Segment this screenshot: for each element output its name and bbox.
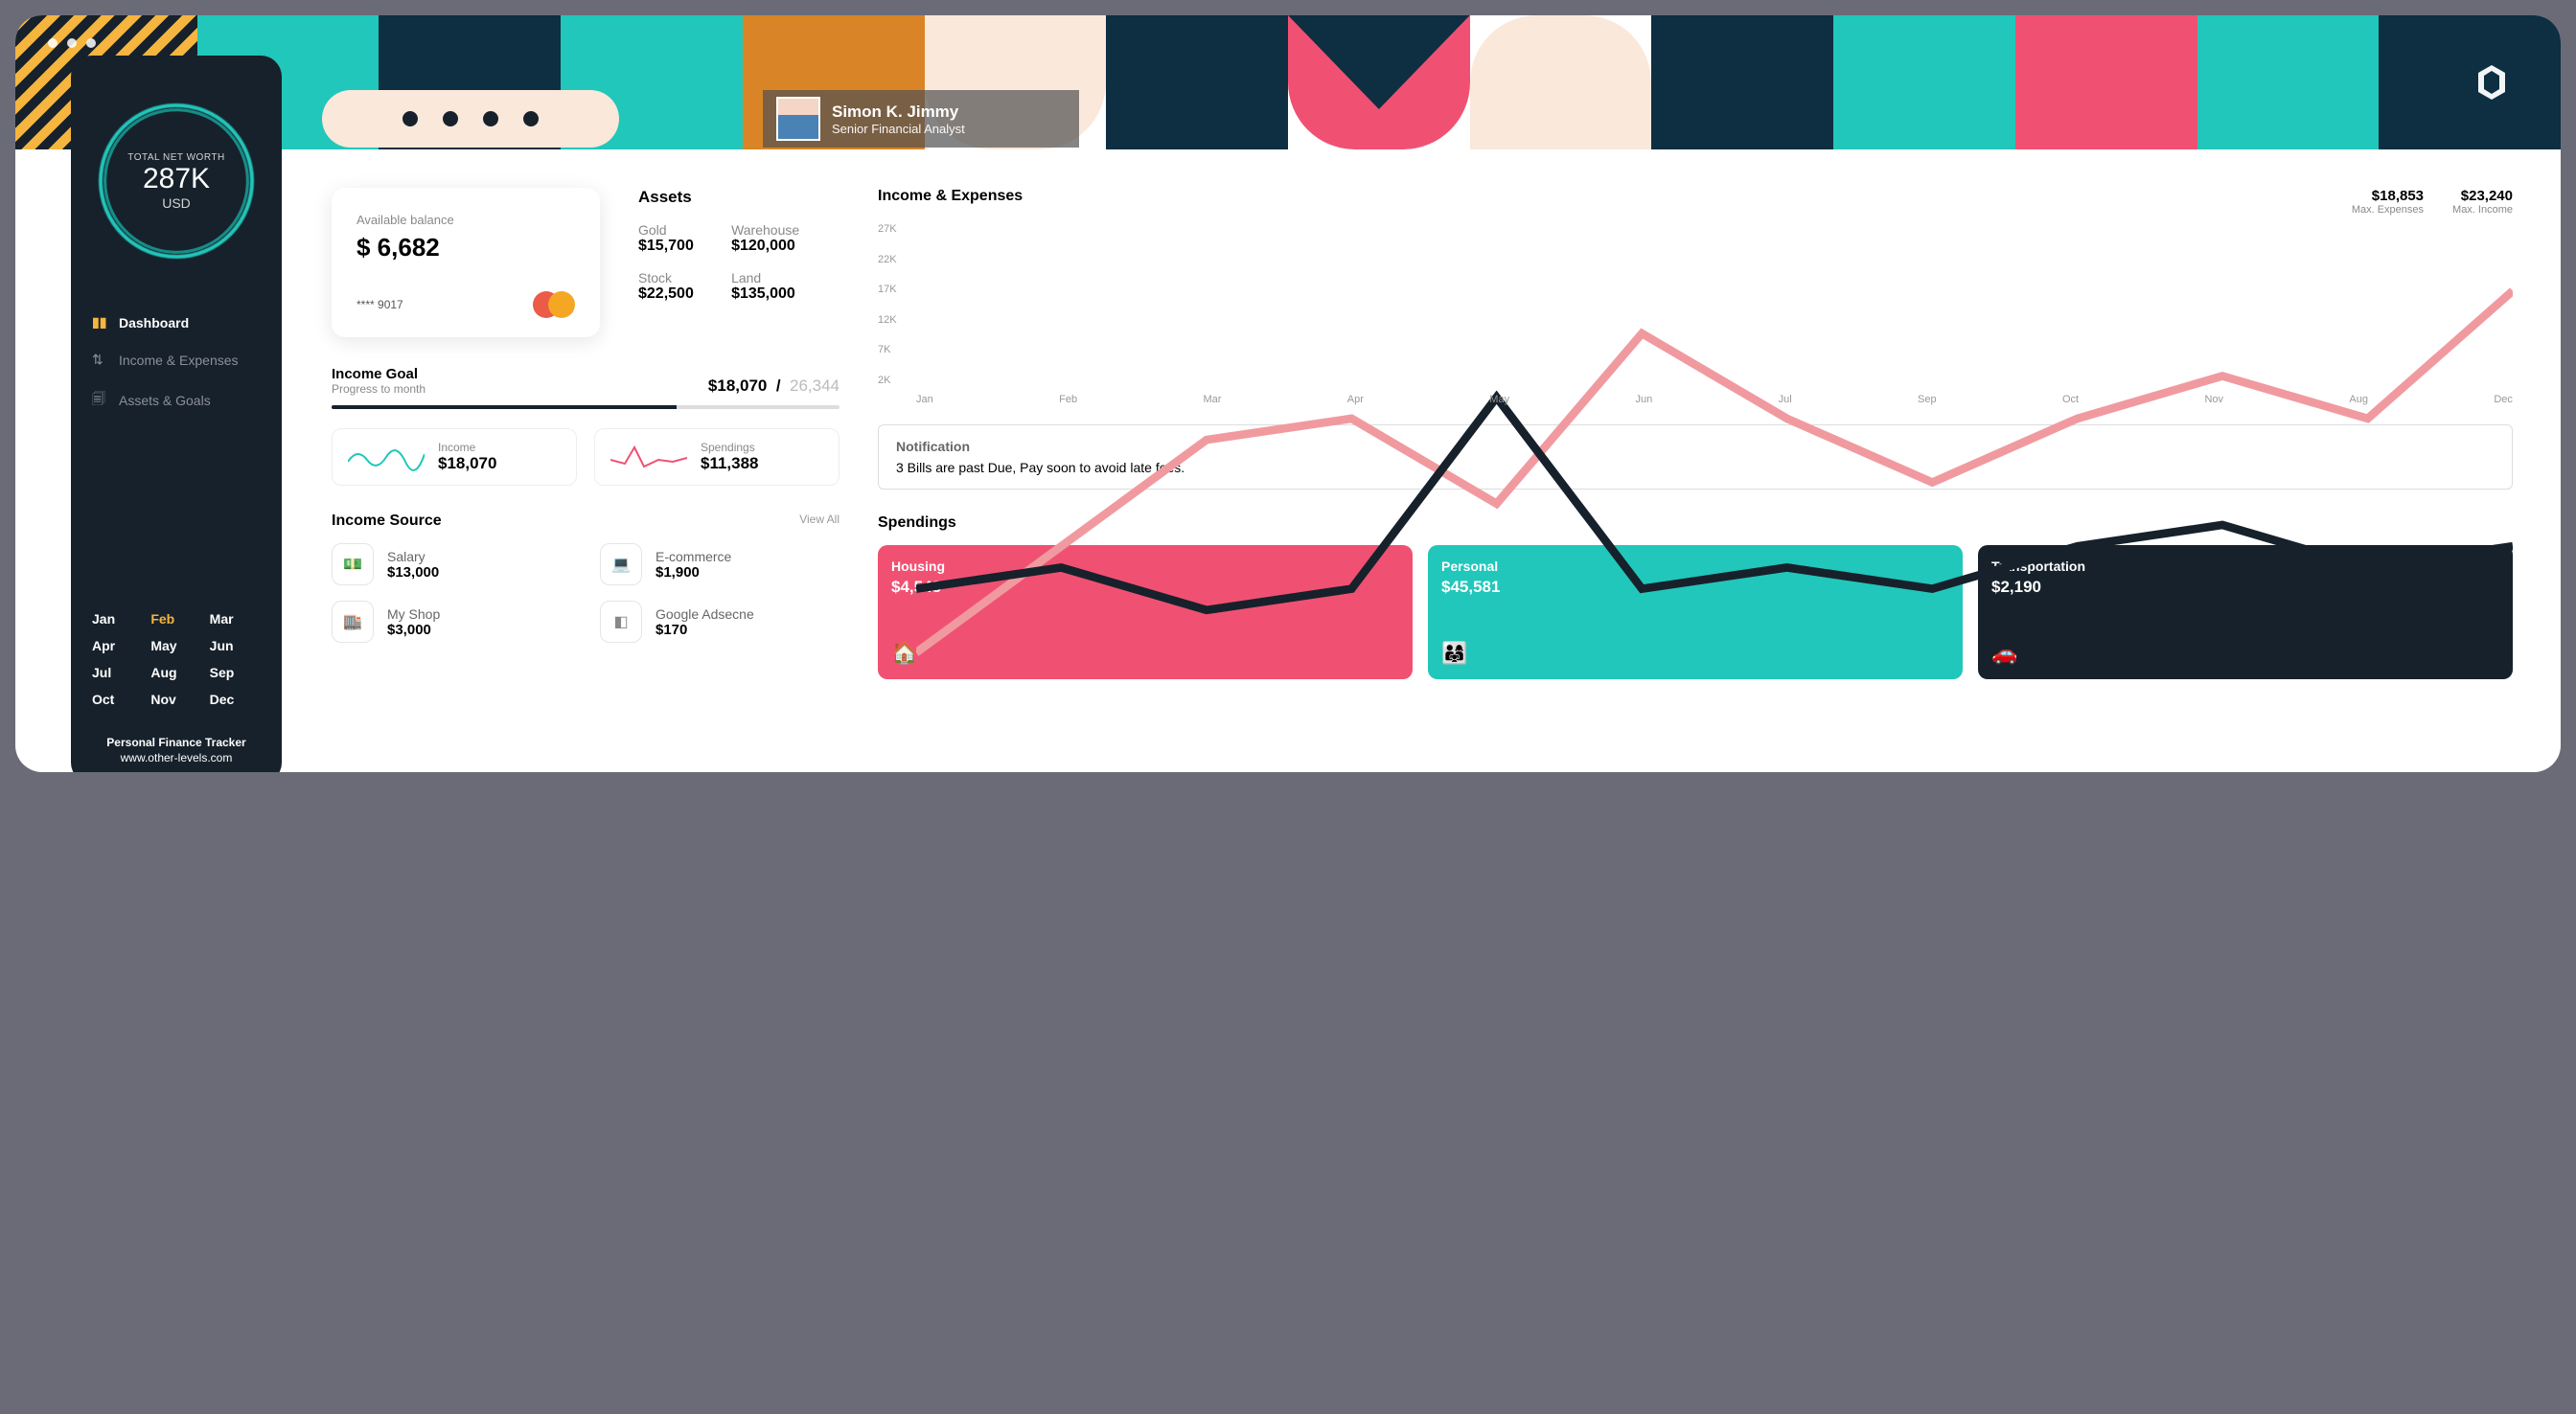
networth-unit: USD [162,195,191,211]
asset-item: Gold$15,700 [638,222,706,255]
mastercard-icon [533,291,575,318]
sidebar-nav: ▮▮ Dashboard ⇅ Income & Expenses 🗐 Assets & G… [92,314,261,412]
cash-icon: 💵 [332,543,374,585]
mini-spendings-card[interactable]: Spendings $11,388 [594,428,840,486]
ads-icon: ◧ [600,601,642,643]
max-expenses-value: $18,853 [2352,188,2424,204]
source-name: My Shop [387,606,440,622]
sidebar-item-assets-goals[interactable]: 🗐 Assets & Goals [92,389,261,412]
month-apr[interactable]: Apr [92,638,143,653]
month-sep[interactable]: Sep [210,665,261,680]
chart-title: Income & Expenses [878,188,1023,216]
networth-label: TOTAL NET WORTH [127,152,224,163]
sidebar-item-income-expenses[interactable]: ⇅ Income & Expenses [92,352,261,368]
month-picker: Jan Feb Mar Apr May Jun Jul Aug Sep Oct Nov Dec [92,611,261,707]
source-value: $13,000 [387,564,439,581]
nav-icon: ⇅ [92,352,107,368]
source-name: E-commerce [656,549,731,564]
avatar [776,97,820,141]
goal-sub: Progress to month [332,382,426,396]
right-column: Income & Expenses $18,853 Max. Expenses … [878,188,2513,734]
goal-values: $18,070 / 26,344 [708,376,840,396]
balance-label: Available balance [356,213,575,227]
nav-icon: 🗐 [92,389,107,412]
source-value: $1,900 [656,564,731,581]
assets-title: Assets [638,188,799,207]
max-income-value: $23,240 [2452,188,2513,204]
networth-widget: TOTAL NET WORTH 287K USD [104,109,248,253]
goal-title: Income Goal [332,366,426,382]
mini-income-value: $18,070 [438,454,496,473]
source-item[interactable]: ◧ Google Adsecne$170 [600,601,840,643]
view-all-link[interactable]: View All [799,513,840,530]
max-income-label: Max. Income [2452,204,2513,216]
source-item[interactable]: 🏬 My Shop$3,000 [332,601,571,643]
balance-card[interactable]: Available balance $ 6,682 **** 9017 [332,188,600,337]
sidebar-item-dashboard[interactable]: ▮▮ Dashboard [92,314,261,331]
asset-value: $135,000 [731,285,799,303]
asset-name: Warehouse [731,222,799,238]
footer-title: Personal Finance Tracker [92,736,261,749]
month-mar[interactable]: Mar [210,611,261,627]
asset-value: $22,500 [638,285,706,303]
income-goal: Income Goal Progress to month $18,070 / … [332,366,840,409]
source-item[interactable]: 💻 E-commerce$1,900 [600,543,840,585]
month-feb[interactable]: Feb [150,611,201,627]
nav-label: Assets & Goals [119,393,211,408]
mini-income-card[interactable]: Income $18,070 [332,428,577,486]
source-name: Google Adsecne [656,606,754,622]
window-traffic-lights [48,38,96,48]
month-aug[interactable]: Aug [150,665,201,680]
source-name: Salary [387,549,439,564]
month-oct[interactable]: Oct [92,692,143,707]
shop-icon: 🏬 [332,601,374,643]
laptop-icon: 💻 [600,543,642,585]
networth-value: 287K [143,163,210,195]
brand-logo-icon [2472,63,2511,111]
sidebar: TOTAL NET WORTH 287K USD ▮▮ Dashboard ⇅ Inc… [71,56,282,772]
footer-link[interactable]: www.other-levels.com [92,751,261,764]
asset-item: Warehouse$120,000 [731,222,799,255]
main-content: Available balance $ 6,682 **** 9017 Asse… [303,169,2542,753]
asset-name: Land [731,270,799,285]
source-value: $170 [656,622,754,638]
asset-item: Land$135,000 [731,270,799,303]
nav-label: Income & Expenses [119,353,239,368]
profile-name: Simon K. Jimmy [832,103,965,122]
month-dec[interactable]: Dec [210,692,261,707]
month-jan[interactable]: Jan [92,611,143,627]
month-jul[interactable]: Jul [92,665,143,680]
asset-name: Gold [638,222,706,238]
asset-name: Stock [638,270,706,285]
goal-progress [332,405,840,409]
decor-dots [322,90,619,148]
mini-spendings-label: Spendings [701,441,759,454]
mini-spendings-value: $11,388 [701,454,759,473]
left-column: Available balance $ 6,682 **** 9017 Asse… [332,188,840,734]
nav-icon: ▮▮ [92,314,107,331]
assets-block: Assets Gold$15,700 Warehouse$120,000 Stock… [638,188,799,337]
sources-title: Income Source [332,513,442,530]
nav-label: Dashboard [119,315,189,331]
profile-role: Senior Financial Analyst [832,122,965,136]
asset-item: Stock$22,500 [638,270,706,303]
mini-income-label: Income [438,441,496,454]
income-sparkline-icon [348,443,425,471]
source-item[interactable]: 💵 Salary$13,000 [332,543,571,585]
card-last4: **** 9017 [356,298,403,311]
month-jun[interactable]: Jun [210,638,261,653]
asset-value: $120,000 [731,238,799,255]
income-expenses-chart: 27K22K17K12K7K2K JanFebMarAprMayJunJulSe… [878,223,2513,405]
balance-amount: $ 6,682 [356,233,575,262]
sidebar-footer: Personal Finance Tracker www.other-level… [92,736,261,764]
month-may[interactable]: May [150,638,201,653]
max-expenses-label: Max. Expenses [2352,204,2424,216]
asset-value: $15,700 [638,238,706,255]
app-window: Simon K. Jimmy Senior Financial Analyst … [15,15,2561,772]
source-value: $3,000 [387,622,440,638]
month-nov[interactable]: Nov [150,692,201,707]
profile-card[interactable]: Simon K. Jimmy Senior Financial Analyst [763,90,1079,148]
spendings-sparkline-icon [610,443,687,471]
